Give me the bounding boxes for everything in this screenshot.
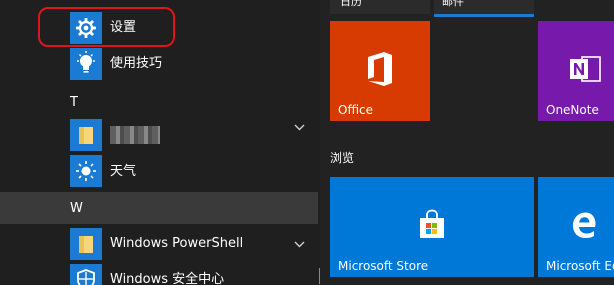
tile-onenote-label: OneNote [546,103,599,117]
app-item-blurred[interactable] [0,117,318,153]
app-item-tips[interactable]: 使用技巧 [0,46,318,82]
tile-mail-cut[interactable]: 邮件 [434,0,534,14]
tile-store-label: Microsoft Store [338,259,429,273]
chevron-down-icon[interactable] [294,239,305,250]
tile-microsoft-store[interactable]: Microsoft Store [330,177,534,277]
tile-calendar-cut[interactable]: 日历 [330,0,430,14]
app-label-powershell: Windows PowerShell [110,236,244,251]
tile-edge-label: Microsoft Edge [546,259,614,273]
shopping-bag-icon [420,209,444,238]
onenote-icon [570,56,601,82]
security-tile-icon [70,264,102,285]
section-header-w: W [70,201,83,216]
tile-office-label: Office [338,103,374,117]
tile-microsoft-edge[interactable]: Microsoft Edge [538,177,614,277]
sun-icon [76,161,96,181]
app-item-security[interactable]: Windows 安全中心 [0,262,318,285]
app-label-tips: 使用技巧 [110,56,163,71]
chevron-down-icon[interactable] [294,122,305,133]
group-title-browse[interactable]: 浏览 [330,149,354,166]
app-label-security: Windows 安全中心 [110,272,225,285]
app-item-weather[interactable]: 天气 [0,153,318,189]
app-item-powershell[interactable]: Windows PowerShell [0,226,318,262]
tiles-panel: 日历 邮件 Office OneNote 浏览 Microsoft Store [320,0,614,285]
tile-office[interactable]: Office [330,21,430,121]
blurred-app-label [110,126,160,144]
tile-mail-label: 邮件 [442,0,464,8]
office-icon [368,52,392,86]
tile-calendar-label: 日历 [340,0,362,8]
tile-onenote[interactable]: OneNote [538,21,614,121]
tips-tile-icon [70,48,102,80]
shield-icon [77,269,95,285]
tile-mail-accent [434,14,534,17]
blurred-tile-icon [70,119,102,151]
section-header-w-row[interactable]: W [0,192,318,224]
app-label-weather: 天气 [110,164,137,179]
annotation-highlight [38,7,175,47]
powershell-tile-icon [70,228,102,260]
lightbulb-icon [77,51,95,73]
edge-icon [573,212,596,238]
weather-tile-icon [70,155,102,187]
folder-icon [79,127,93,144]
folder-icon [79,236,93,253]
section-header-t[interactable]: T [70,95,78,110]
